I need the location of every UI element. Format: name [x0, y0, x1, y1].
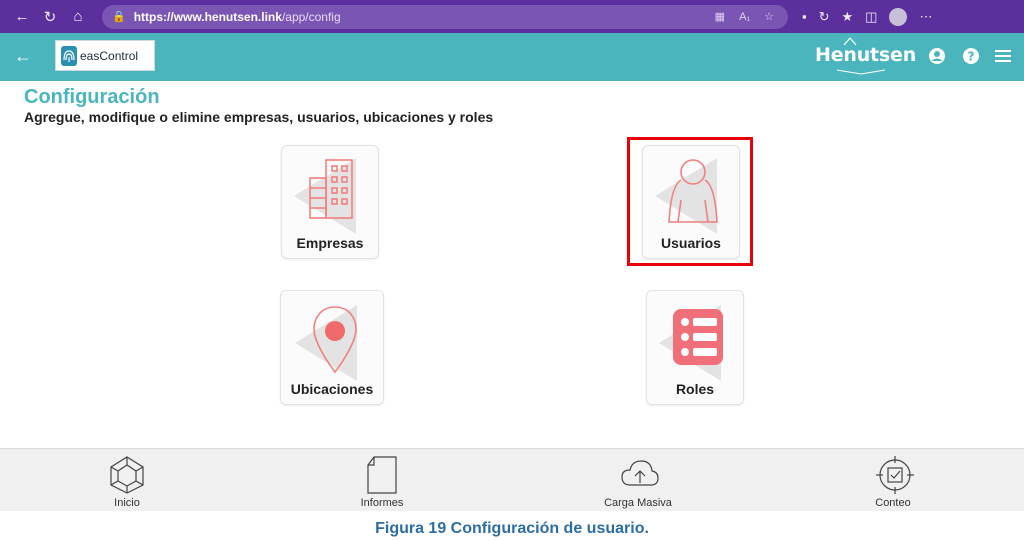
home-cube-icon [110, 456, 144, 494]
app-header: ← easControl Henutsen ? [0, 33, 1024, 81]
extension-icon[interactable]: ▪ [802, 9, 807, 24]
url-path: /app/config [281, 9, 341, 24]
favorites-icon[interactable]: ★ [842, 9, 854, 25]
cloud-upload-icon [621, 460, 659, 486]
empresas-label: Empresas [296, 235, 364, 251]
browser-refresh-icon[interactable]: ↻ [36, 3, 64, 31]
ubicaciones-label: Ubicaciones [290, 381, 374, 397]
building-icon [309, 159, 353, 219]
bottom-nav: Inicio Informes Carga Masiva Conteo [0, 448, 1024, 511]
nav-label-informes: Informes [360, 497, 404, 509]
browser-toolbar: ← ↻ ⌂ 🔒 https://www.henutsen.link/app/co… [0, 0, 1024, 33]
nav-label-conteo: Conteo [875, 497, 911, 509]
figure-caption: Figura 19 Configuración de usuario. [375, 520, 649, 537]
user-account-icon[interactable] [928, 47, 946, 65]
copilot-icon[interactable]: ↻ [819, 9, 830, 25]
nav-label-inicio: Inicio [114, 497, 140, 509]
empresas-card[interactable]: Empresas [281, 145, 379, 259]
page-subtitle: Agregue, modifique o elimine empresas, u… [24, 109, 494, 125]
highlight-box [627, 137, 753, 266]
collections-icon[interactable]: ◫ [865, 9, 877, 25]
nav-item-informes[interactable]: Informes [322, 449, 442, 511]
brand-underline [836, 69, 886, 75]
nav-label-carga-masiva: Carga Masiva [604, 497, 672, 509]
fingerprint-logo-icon [61, 45, 77, 66]
roles-label: Roles [675, 381, 715, 397]
help-icon[interactable]: ? [962, 47, 980, 65]
lock-icon: 🔒 [112, 11, 126, 23]
company-logo: easControl [55, 40, 155, 71]
roles-card[interactable]: Roles [646, 290, 744, 405]
url-host: https://www.henutsen.link [133, 9, 282, 24]
svg-text:?: ? [968, 50, 975, 64]
browser-back-icon[interactable]: ← [8, 3, 36, 31]
target-check-icon [876, 456, 914, 494]
browser-home-icon[interactable]: ⌂ [64, 3, 92, 31]
location-pin-icon [313, 306, 357, 374]
favorite-star-icon[interactable]: ☆ [764, 10, 774, 23]
app-available-icon[interactable]: ▦ [715, 10, 725, 23]
nav-item-carga-masiva[interactable]: Carga Masiva [578, 449, 698, 511]
brand-logo: Henutsen [815, 44, 917, 66]
hamburger-menu-icon[interactable] [994, 47, 1012, 65]
ubicaciones-card[interactable]: Ubicaciones [280, 290, 384, 405]
profile-avatar[interactable] [889, 7, 908, 26]
more-menu-icon[interactable]: ⋯ [919, 9, 932, 25]
document-icon [367, 456, 397, 494]
read-aloud-icon[interactable]: A₁ [739, 11, 750, 23]
nav-item-conteo[interactable]: Conteo [833, 449, 953, 511]
logo-text: easControl [80, 48, 139, 63]
back-arrow-icon[interactable]: ← [14, 46, 32, 67]
nav-item-inicio[interactable]: Inicio [67, 449, 187, 511]
page-title: Configuración [24, 86, 160, 108]
address-bar[interactable]: 🔒 https://www.henutsen.link/app/config ▦… [102, 4, 788, 29]
list-icon [673, 309, 723, 365]
